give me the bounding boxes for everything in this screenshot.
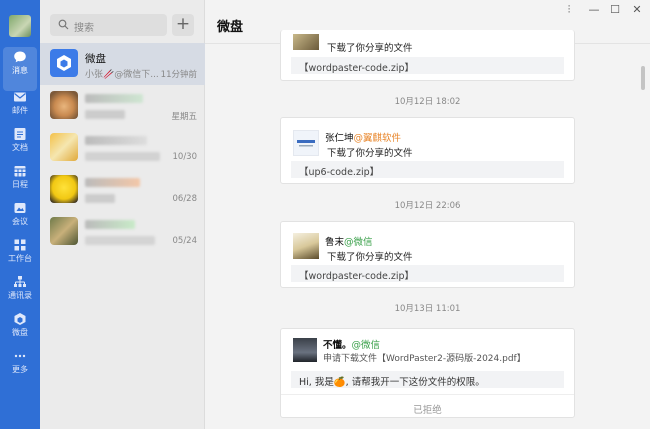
blurred-preview [85, 110, 125, 119]
blurred-name [85, 136, 147, 145]
conversation-item[interactable]: 10/30 [40, 127, 205, 169]
conversation-time: 11分钟前 [160, 70, 197, 80]
file-name[interactable]: 【wordpaster-code.zip】 [291, 265, 564, 282]
card-divider [281, 394, 574, 395]
message-card: 鲁末@微信 下载了你分享的文件 【wordpaster-code.zip】 [280, 221, 575, 288]
add-button[interactable]: + [172, 14, 194, 36]
sender-org: @翼麒软件 [353, 133, 402, 144]
sender-label: 张仁坤 [325, 133, 354, 144]
blurred-preview [85, 236, 155, 245]
nav-label: 更多 [12, 365, 28, 374]
conversation-list: 搜索 + 微盘 小张🥢@微信下... 11分钟前 星期五 10/30 06/28… [40, 0, 205, 429]
nav-label: 微盘 [12, 328, 28, 337]
close-button[interactable]: ✕ [629, 3, 645, 16]
nav-label: 日程 [12, 180, 28, 189]
message-action: 下载了你分享的文件 [327, 43, 413, 54]
cartoon-avatar [50, 175, 78, 203]
blurred-name [85, 220, 135, 229]
conversation-item[interactable]: 星期五 [40, 85, 205, 127]
nav-label: 邮件 [12, 106, 28, 115]
sender-avatar [293, 34, 319, 50]
message-card: 下载了你分享的文件 【wordpaster-code.zip】 [280, 30, 575, 81]
conversation-item[interactable]: 微盘 小张🥢@微信下... 11分钟前 [40, 43, 205, 85]
user-avatar[interactable] [9, 15, 31, 37]
drive-avatar [50, 49, 78, 77]
sender-name: 张仁坤@翼麒软件 [325, 130, 401, 144]
blurred-name [85, 94, 143, 103]
calendar-icon [14, 166, 26, 177]
timestamp: 10月13日 11:01 [394, 304, 461, 314]
nav-rail: 消息 邮件 文档 日程 会议 工作台 通讯录 微盘 更多 [0, 0, 40, 429]
nav-label: 工作台 [8, 254, 32, 263]
conversation-time: 05/24 [172, 236, 198, 246]
conversation-time: 06/28 [172, 194, 198, 204]
sender-name: 鲁末@微信 [325, 234, 373, 248]
sender-label: 鲁末 [325, 237, 345, 248]
search-icon [58, 19, 69, 30]
more-icon [14, 354, 26, 358]
sender-label: 不懂。 [323, 340, 352, 351]
pin-button[interactable]: ⫶ [561, 3, 577, 17]
file-name[interactable]: 【up6-code.zip】 [291, 161, 564, 178]
request-note: Hi, 我是🍊, 请帮我开一下这份文件的权限。 [291, 371, 564, 388]
cat-avatar [50, 91, 78, 119]
timestamp: 10月12日 22:06 [394, 201, 461, 211]
company-logo [293, 130, 319, 156]
status-label: 已拒绝 [413, 405, 442, 416]
search-placeholder: 搜索 [74, 23, 94, 34]
message-action: 下载了你分享的文件 [327, 252, 413, 263]
conversation-time: 10/30 [172, 152, 198, 162]
group-avatar [50, 133, 78, 161]
message-card: 不懂。@微信 申请下载文件【WordPaster2-源码版-2024.pdf】 … [280, 328, 575, 418]
conversation-time: 星期五 [171, 112, 197, 122]
nav-label: 消息 [12, 66, 28, 75]
nav-item-more[interactable]: 更多 [0, 346, 40, 390]
doc-icon [14, 128, 26, 140]
sender-org: @微信 [344, 237, 373, 248]
nav-label: 会议 [12, 217, 28, 226]
minimize-button[interactable]: — [586, 3, 602, 16]
blurred-preview [85, 194, 115, 203]
conversation-item[interactable]: 05/24 [40, 211, 205, 253]
blurred-preview [85, 152, 160, 161]
maximize-button[interactable]: ☐ [607, 3, 623, 16]
page-title: 微盘 [217, 20, 244, 35]
mail-icon [14, 92, 26, 102]
contacts-icon [14, 276, 26, 287]
search-input[interactable]: 搜索 [50, 14, 167, 36]
conversation-preview: 小张🥢@微信下... [85, 70, 159, 80]
nav-label: 文档 [12, 143, 28, 152]
message-action: 申请下载文件【WordPaster2-源码版-2024.pdf】 [323, 354, 526, 364]
timestamp: 10月12日 18:02 [394, 97, 461, 107]
file-name[interactable]: 【wordpaster-code.zip】 [291, 57, 564, 74]
conversation-name: 微盘 [85, 53, 106, 65]
blurred-name [85, 178, 140, 187]
sender-avatar [293, 233, 319, 259]
message-action: 下载了你分享的文件 [327, 148, 413, 159]
message-card: 张仁坤@翼麒软件 下载了你分享的文件 【up6-code.zip】 [280, 117, 575, 184]
nav-label: 通讯录 [8, 291, 32, 300]
grid-icon [14, 239, 26, 251]
meeting-icon [14, 203, 26, 213]
chat-panel: 微盘 ⫶ — ☐ ✕ 下载了你分享的文件 【wordpaster-code.zi… [205, 0, 650, 429]
sender-avatar [293, 338, 317, 362]
drive-icon [14, 313, 26, 325]
conversation-item[interactable]: 06/28 [40, 169, 205, 211]
scrollbar[interactable] [641, 66, 645, 90]
sender-org: @微信 [351, 340, 381, 351]
photo-avatar [50, 217, 78, 245]
chat-icon [14, 51, 26, 63]
nav-item-messages[interactable]: 消息 [3, 47, 37, 91]
sender-name: 不懂。@微信 [323, 337, 380, 351]
